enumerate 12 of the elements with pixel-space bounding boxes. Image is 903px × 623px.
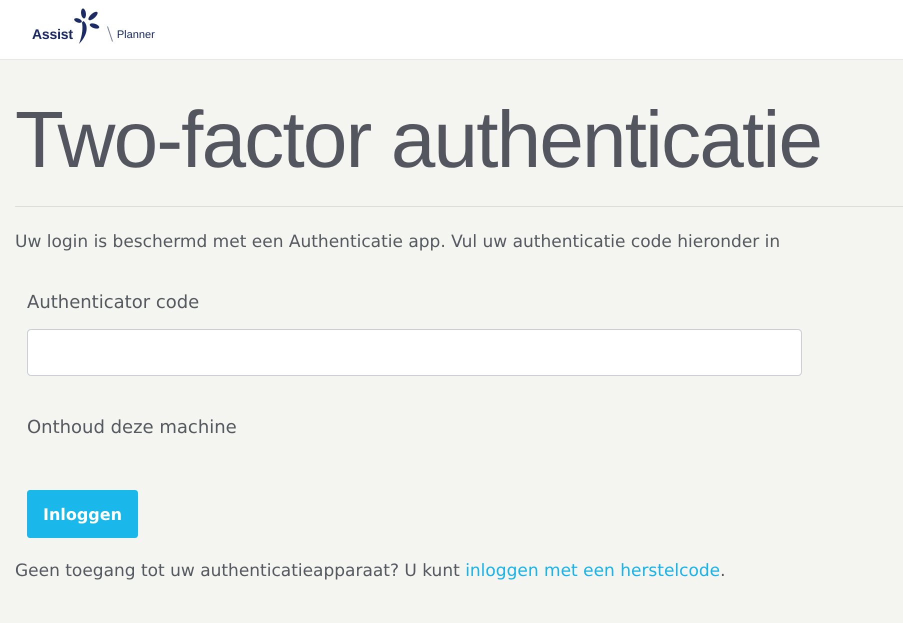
remember-machine-label: Onthoud deze machine bbox=[27, 416, 237, 440]
product-name: Planner bbox=[116, 29, 155, 41]
slash-separator-icon bbox=[106, 26, 113, 42]
authenticator-code-field[interactable] bbox=[27, 329, 802, 376]
page-title: Two-factor authenticatie bbox=[15, 94, 822, 186]
intro-text: Uw login is beschermd met een Authenticatie app. Vul uw authenticatie code hieronder in bbox=[15, 231, 782, 254]
login-button[interactable]: Inloggen bbox=[27, 490, 138, 538]
logo-mark-icon bbox=[74, 8, 100, 44]
recovery-hint-text: Geen toegang tot uw authenticatieapparaat? U kunt inloggen met een herstelcode. bbox=[15, 560, 727, 583]
brand-name: Assist bbox=[32, 27, 73, 41]
code-field-label: Authenticator code bbox=[27, 291, 200, 315]
recovery-code-link[interactable]: inloggen met een herstelcode bbox=[465, 561, 720, 581]
